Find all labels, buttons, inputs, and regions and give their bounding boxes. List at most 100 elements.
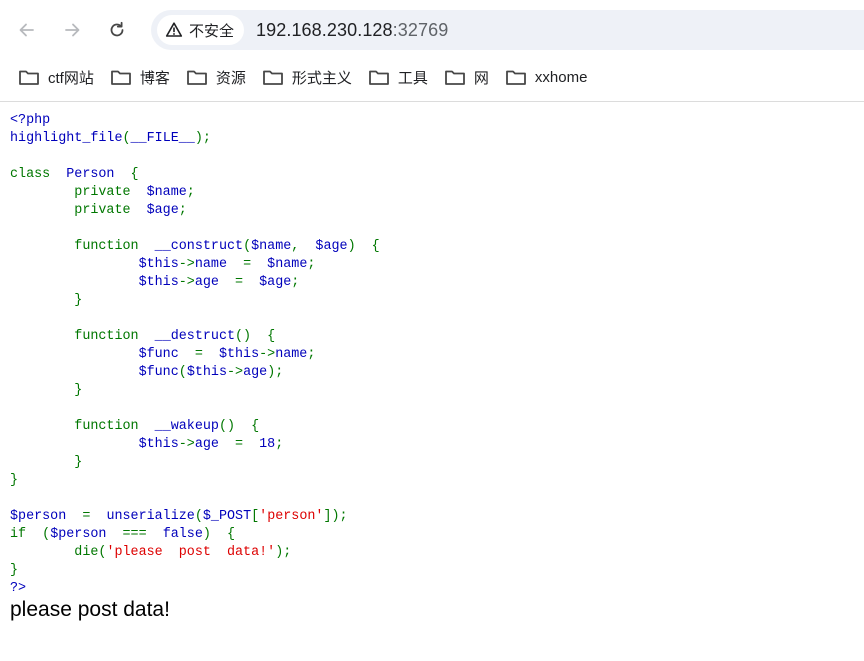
code-token: ) { [202, 527, 236, 542]
code-token: class [10, 167, 67, 182]
code-token: $func [138, 365, 179, 380]
forward-button[interactable] [56, 14, 88, 46]
reload-button[interactable] [101, 14, 133, 46]
code-token: 18 [259, 437, 276, 452]
bookmark-item[interactable]: 工具 [360, 62, 436, 92]
code-line: class Person { [10, 167, 139, 182]
code-token: } [10, 293, 83, 308]
code-line: $person = unserialize($_POST['person']); [10, 509, 348, 524]
code-token: $this [138, 257, 179, 272]
code-token: function [10, 329, 155, 344]
code-token: 'person' [259, 509, 324, 524]
page-content: <?php highlight_file(__FILE__); class Pe… [10, 112, 380, 598]
bookmark-item[interactable]: 博客 [102, 62, 178, 92]
code-line: function __wakeup() { [10, 419, 259, 434]
security-chip[interactable]: 不安全 [157, 15, 245, 45]
code-token: ( [243, 239, 252, 254]
bookmark-item[interactable]: 资源 [178, 62, 254, 92]
bookmark-label: xxhome [534, 68, 588, 86]
code-line: <?php [10, 113, 50, 128]
code-line: $func = $this->name; [10, 347, 316, 362]
folder-icon [445, 70, 465, 85]
code-line: highlight_file(__FILE__); [10, 131, 211, 146]
code-token: = [243, 257, 268, 272]
code-token: $this [138, 437, 179, 452]
code-token: ; [307, 257, 316, 272]
code-token: $name [146, 185, 187, 200]
arrow-right-icon [65, 23, 80, 37]
code-line: } [10, 473, 18, 488]
code-token: if ( [10, 527, 51, 542]
code-line: } [10, 455, 82, 470]
code-token: $this [138, 275, 179, 290]
back-button[interactable] [11, 14, 43, 46]
code-token: $age [146, 203, 179, 218]
code-token: ( [178, 365, 187, 380]
code-line: } [10, 563, 18, 578]
code-token: $person [50, 527, 123, 542]
code-token: ) { [347, 239, 380, 254]
warning-icon [165, 22, 183, 37]
code-token: age [243, 365, 268, 380]
code-token: ); [267, 365, 284, 380]
code-token: -> [178, 275, 195, 290]
code-token: false [162, 527, 203, 542]
code-token: ; [307, 347, 316, 362]
code-line: ?> [10, 581, 26, 596]
code-token: $age [315, 239, 348, 254]
code-token: Person [66, 167, 131, 182]
code-line: $func($this->age); [10, 365, 284, 380]
code-token: = [235, 275, 260, 290]
code-token: [ [251, 509, 260, 524]
code-token: -> [227, 365, 244, 380]
code-token: function [10, 419, 155, 434]
bookmark-label: 网 [473, 69, 489, 87]
code-token: name [194, 257, 244, 272]
code-line: } [10, 383, 82, 398]
bookmark-item[interactable]: ctf网站 [10, 62, 102, 92]
code-line: private $age; [10, 203, 187, 218]
bookmark-item[interactable]: 形式主义 [254, 62, 360, 92]
code-token: , [291, 239, 316, 254]
code-token: unserialize [106, 509, 195, 524]
php-source-code: <?php highlight_file(__FILE__); class Pe… [10, 112, 380, 598]
arrow-left-icon [19, 23, 34, 37]
code-line: function __destruct() { [10, 329, 275, 344]
code-token: -> [178, 257, 195, 272]
bookmark-item[interactable]: xxhome [497, 62, 596, 92]
bookmark-label: 形式主义 [291, 69, 352, 87]
code-token: } [10, 455, 83, 470]
code-token: ; [291, 275, 300, 290]
browser-chrome: 不安全 192.168.230.128:32769 ctf网站 博客 资源 形式主义 工… [0, 0, 864, 102]
code-token: $name [267, 257, 308, 272]
code-token: } [10, 563, 19, 578]
code-token: ?> [10, 581, 27, 596]
code-token: ); [194, 131, 211, 146]
bookmark-label: 资源 [215, 69, 246, 87]
code-token: name [275, 347, 308, 362]
code-token: { [130, 167, 139, 182]
folder-icon [186, 70, 207, 85]
code-token: = [235, 437, 260, 452]
code-token: $name [251, 239, 292, 254]
page-output-text: please post data! [10, 598, 170, 621]
code-line: $this->name = $name; [10, 257, 316, 272]
code-token: highlight_file [10, 131, 123, 146]
bookmark-item[interactable]: 网 [436, 62, 497, 92]
address-bar[interactable]: 不安全 192.168.230.128:32769 [151, 10, 864, 50]
url-text[interactable]: 192.168.230.128:32769 [256, 20, 448, 41]
code-token: $person [10, 509, 83, 524]
reload-icon [110, 21, 124, 37]
code-line: die('please post data!'); [10, 545, 291, 560]
code-token: private [10, 203, 147, 218]
code-token: function [10, 239, 155, 254]
folder-icon [262, 70, 283, 85]
code-token: die( [10, 545, 107, 560]
code-token: $this [186, 365, 227, 380]
code-line: function __construct($name, $age) { [10, 239, 380, 254]
bookmark-label: 工具 [397, 69, 428, 87]
code-token: ); [275, 545, 292, 560]
